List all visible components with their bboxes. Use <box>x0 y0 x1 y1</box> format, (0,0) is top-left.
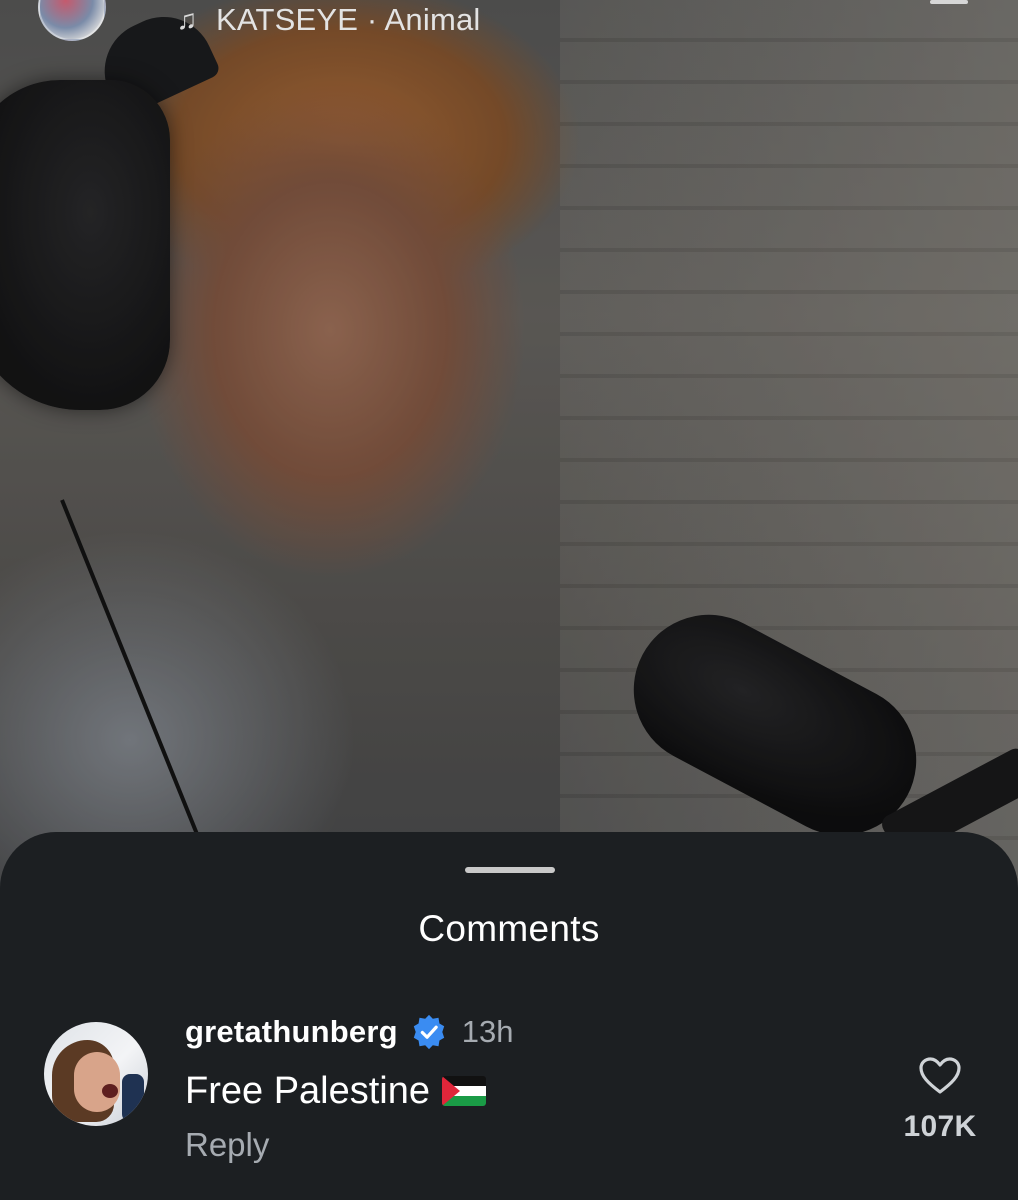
comment-text: Free Palestine <box>185 1069 431 1112</box>
video-frame[interactable] <box>0 0 1018 900</box>
like-count: 107K <box>903 1110 977 1143</box>
music-note-icon: ♫ <box>176 4 198 35</box>
commenter-avatar[interactable] <box>44 1022 148 1126</box>
comment-body: Free Palestine <box>185 1068 487 1114</box>
sheet-title: Comments <box>418 908 600 949</box>
comment-item: gretathunberg 13h Free Palestine Reply 1… <box>0 1012 1018 1172</box>
reply-button[interactable]: Reply <box>185 1126 269 1164</box>
like-control[interactable]: 107K <box>900 1056 980 1144</box>
palestine-flag-icon <box>442 1076 487 1106</box>
screen: ♫ KATSEYE · Animal Comments gretathunber… <box>0 0 1018 1200</box>
music-track-label[interactable]: KATSEYE · Animal <box>216 2 481 38</box>
comment-timestamp: 13h <box>461 1014 514 1049</box>
comment-username[interactable]: gretathunberg <box>185 1014 398 1050</box>
menu-handle-icon[interactable] <box>930 0 968 4</box>
comments-sheet: Comments gretathunberg 13h Free Palestin… <box>0 832 1018 1200</box>
music-bar[interactable]: ♫ KATSEYE · Animal <box>38 0 481 41</box>
video-shade <box>0 0 1018 900</box>
sheet-grabber[interactable] <box>465 867 555 873</box>
verified-badge-icon <box>413 1014 444 1050</box>
comment-header: gretathunberg 13h <box>185 1012 513 1052</box>
creator-avatar[interactable] <box>38 0 106 41</box>
heart-icon[interactable] <box>918 1056 962 1096</box>
